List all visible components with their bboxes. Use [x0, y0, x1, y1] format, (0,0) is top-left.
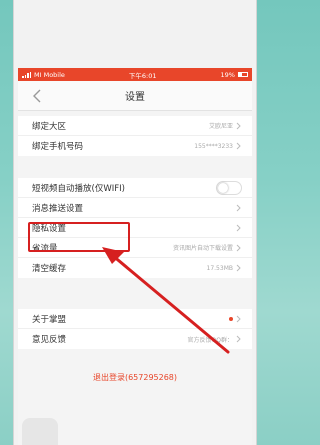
battery-percent: 19% [220, 70, 235, 79]
settings-row-region[interactable]: 绑定大区 艾欧尼亚 [18, 116, 252, 136]
carrier-label: MI Mobile [34, 70, 65, 79]
status-bar: MI Mobile 下午6:01 19% [18, 68, 252, 81]
row-label: 消息推送设置 [32, 203, 84, 214]
settings-row-feedback[interactable]: 意见反馈 官方反馈QQ群： [18, 329, 252, 349]
page-title: 设置 [125, 92, 145, 103]
row-value: 官方反馈QQ群： [187, 336, 233, 344]
row-label: 绑定手机号码 [32, 142, 84, 152]
nav-bar: 设置 [18, 81, 252, 111]
row-value: 17.53MB [206, 264, 233, 272]
account-group: 绑定大区 艾欧尼亚 绑定手机号码 155****3233 [18, 116, 252, 156]
home-button[interactable] [22, 418, 58, 445]
red-dot-badge [229, 316, 233, 321]
settings-row-autoplay: 短视频自动播放(仅WIFI) [18, 178, 252, 198]
chevron-right-icon [236, 224, 241, 231]
privacy-highlight-box [28, 222, 130, 252]
about-group: 关于掌盟 意见反馈 官方反馈QQ群： [18, 309, 252, 349]
row-label: 清空缓存 [32, 264, 67, 274]
phone-screen: MI Mobile 下午6:01 19% 设置 绑定大区 艾欧尼亚 绑定手机号码… [18, 68, 252, 445]
chevron-right-icon [236, 122, 241, 129]
settings-row-push[interactable]: 消息推送设置 [18, 198, 252, 218]
signal-icon [22, 71, 31, 78]
chevron-right-icon [236, 244, 241, 251]
chevron-right-icon [236, 335, 241, 343]
chevron-right-icon [236, 142, 241, 150]
row-label: 短视频自动播放(仅WIFI) [32, 183, 125, 194]
chevron-right-icon [236, 315, 241, 322]
chevron-right-icon [236, 204, 241, 211]
settings-row-about[interactable]: 关于掌盟 [18, 309, 252, 329]
battery-icon [237, 72, 248, 77]
logout-button[interactable]: 退出登录(657295268) [18, 366, 252, 388]
row-label: 意见反馈 [32, 335, 67, 345]
row-value: 资讯图片自动下载设置 [172, 245, 233, 252]
row-value: 艾欧尼亚 [208, 123, 233, 130]
row-label: 关于掌盟 [32, 314, 67, 325]
chevron-right-icon [236, 264, 241, 272]
autoplay-toggle[interactable] [216, 180, 242, 195]
settings-row-clear-cache[interactable]: 清空缓存 17.53MB [18, 258, 252, 278]
row-label: 绑定大区 [32, 121, 67, 132]
back-arrow-icon[interactable] [32, 89, 42, 103]
row-value: 155****3233 [194, 142, 233, 150]
clock: 下午6:01 [128, 71, 157, 80]
settings-row-phone[interactable]: 绑定手机号码 155****3233 [18, 136, 252, 156]
